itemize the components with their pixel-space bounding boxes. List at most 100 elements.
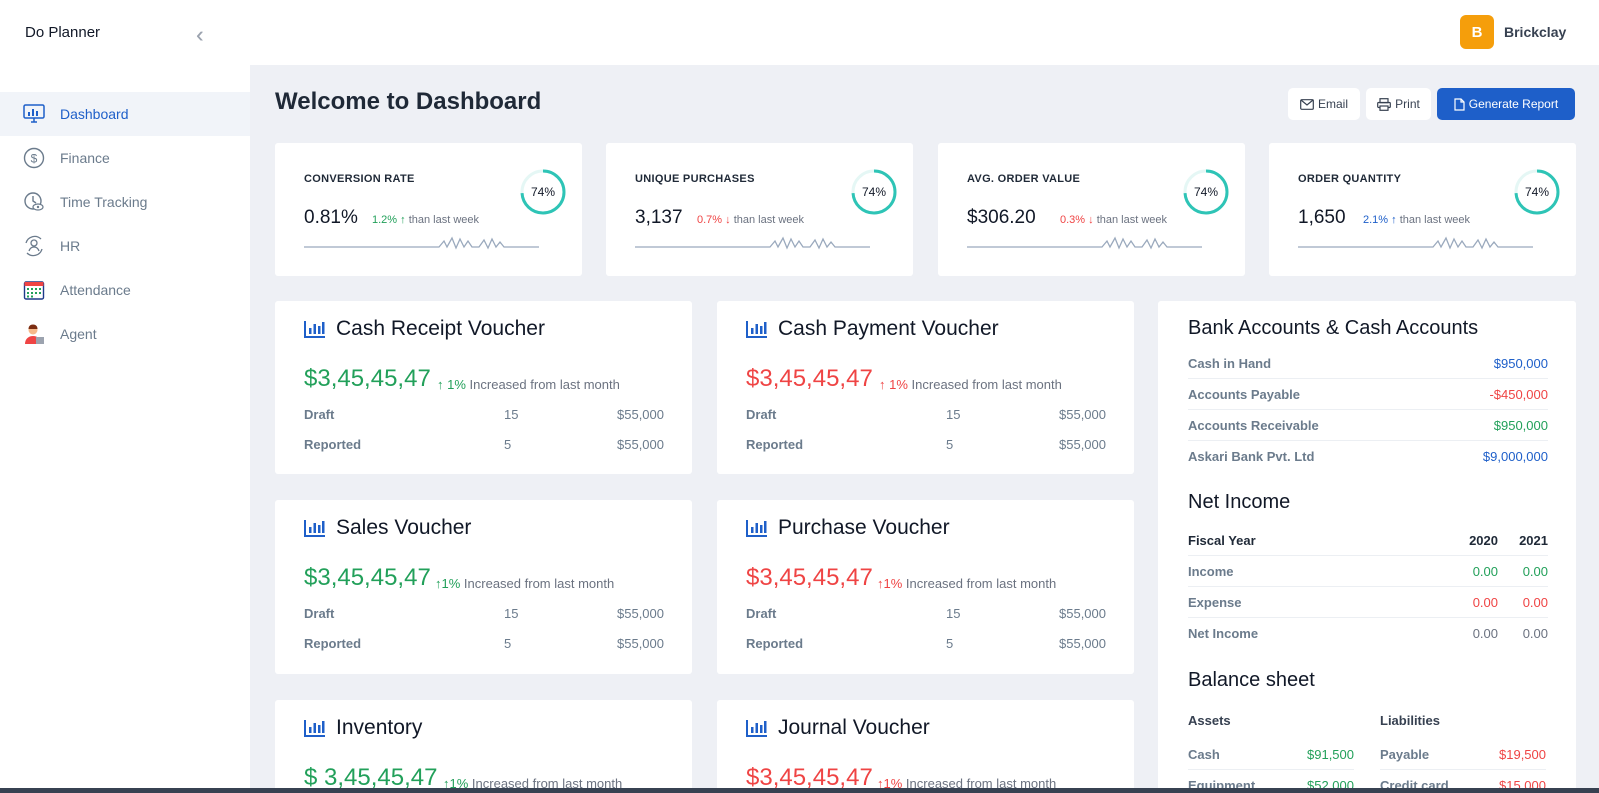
net-income-row: Income 0.00 0.00 [1188,556,1548,587]
print-button-label: Print [1395,97,1420,111]
sidebar-item-hr[interactable]: HR [0,224,250,268]
kpi-change-suffix: than last week [733,214,805,226]
row-label: Accounts Payable [1188,387,1300,402]
email-button[interactable]: Email [1288,88,1360,120]
row-amount: $55,000 [1059,407,1106,422]
bar-chart-icon [746,720,767,737]
monitor-chart-icon [22,102,46,126]
card-change: ↑ 1% Increased from last month [437,377,620,392]
row-label: Accounts Receivable [1188,418,1319,433]
row-label: Draft [746,606,777,621]
card-change-value: 1% [447,377,466,392]
row-value: 0.00 [1472,595,1498,610]
row-count: 15 [946,407,961,422]
print-button[interactable]: Print [1366,88,1431,120]
row-value: 0.00 [1522,595,1548,610]
sidebar-item-label: Finance [60,150,110,166]
row-label: Income [1188,564,1234,579]
row-value: $9,000,000 [1482,449,1548,464]
sidebar-item-dashboard[interactable]: Dashboard [0,92,250,136]
voucher-card-cash-payment[interactable]: Cash Payment Voucher $3,45,45,47 ↑ 1% In… [717,301,1134,474]
generate-report-button[interactable]: Generate Report [1437,88,1575,120]
avatar[interactable]: B [1460,15,1494,49]
sidebar-item-label: Attendance [60,282,131,298]
printer-icon [1377,97,1392,111]
kpi-card-conversion-rate: CONVERSION RATE 0.81% 1.2% ↑ than last w… [275,143,582,276]
card-header: Purchase Voucher [746,516,950,540]
row-label: Cash in Hand [1188,356,1272,371]
page-title: Welcome to Dashboard [275,88,542,115]
bank-row: Accounts Receivable $950,000 [1188,410,1548,441]
card-change-text: Increased from last month [911,377,1062,392]
bar-chart-icon [304,321,325,338]
row-amount: $55,000 [617,606,664,621]
arrow-up-icon: ↑ [879,377,886,392]
kpi-change: 0.3% ↓ than last week [1060,214,1167,226]
sidebar-item-agent[interactable]: Agent [0,312,250,356]
sidebar-item-finance[interactable]: $ Finance [0,136,250,180]
row-label: Draft [304,606,335,621]
bar-chart-icon [746,321,767,338]
kpi-label: ORDER QUANTITY [1298,173,1402,185]
kpi-value: 1,650 [1298,207,1346,228]
row-count: 15 [946,606,961,621]
kpi-card-avg-order-value: AVG. ORDER VALUE $306.20 0.3% ↓ than las… [938,143,1245,276]
voucher-card-sales[interactable]: Sales Voucher $3,45,45,47 ↑1% Increased … [275,500,692,674]
row-label: Reported [304,636,362,651]
bank-row: Accounts Payable -$450,000 [1188,379,1548,410]
card-change-value: 1% [441,576,461,591]
kpi-change-suffix: than last week [1399,214,1471,226]
row-amount: $55,000 [617,636,664,651]
sidebar-item-label: Agent [60,326,97,342]
row-count: 5 [504,437,512,452]
bar-chart-icon [304,520,325,537]
sparkline [635,236,870,250]
people-cycle-icon [22,234,46,258]
voucher-card-journal[interactable]: Journal Voucher $3,45,45,47 ↑1% Increase… [717,700,1134,793]
user-name[interactable]: Brickclay [1504,24,1566,40]
bar-chart-icon [304,720,325,737]
card-title: Cash Receipt Voucher [336,317,545,340]
row-count: 5 [946,437,954,452]
voucher-card-purchase[interactable]: Purchase Voucher $3,45,45,47 ↑1% Increas… [717,500,1134,674]
kpi-label: AVG. ORDER VALUE [967,173,1081,185]
card-header: Journal Voucher [746,716,930,740]
row-amount: $55,000 [1059,606,1106,621]
app-name: Do Planner [25,24,101,41]
row-label: Reported [746,437,804,452]
bank-row: Cash in Hand $950,000 [1188,348,1548,379]
bottom-scrollbar[interactable] [0,788,1599,793]
progress-ring-label: 74% [861,185,887,199]
row-value: $19,500 [1499,747,1546,762]
kpi-change-value: 0.3% [1060,214,1086,226]
card-change: ↑1% Increased from last month [435,576,614,591]
sidebar-item-attendance[interactable]: Attendance [0,268,250,312]
double-chevron-left-icon[interactable]: ‹‹ [196,22,201,48]
kpi-card-order-quantity: ORDER QUANTITY 1,650 2.1% ↑ than last we… [1269,143,1576,276]
card-amount: $3,45,45,47 [746,365,873,392]
sparkline [1298,236,1533,250]
document-icon [1454,97,1465,111]
kpi-change: 0.7% ↓ than last week [697,214,804,226]
row-value: 0.00 [1472,626,1498,641]
liabilities-header: Liabilities [1380,713,1440,728]
voucher-card-inventory[interactable]: Inventory $ 3,45,45,47 ↑1% Increased fro… [275,700,692,793]
voucher-card-cash-receipt[interactable]: Cash Receipt Voucher $3,45,45,47 ↑ 1% In… [275,301,692,474]
kpi-label: CONVERSION RATE [304,173,415,185]
arrow-up-icon: ↑ [1391,214,1397,226]
sidebar-item-label: Dashboard [60,106,129,122]
card-change: ↑1% Increased from last month [877,576,1056,591]
card-amount: $3,45,45,47 [304,564,431,591]
row-label: Askari Bank Pvt. Ltd [1188,449,1315,464]
kpi-value: $306.20 [967,207,1036,228]
row-label: Reported [746,636,804,651]
card-title: Sales Voucher [336,516,472,539]
card-title: Purchase Voucher [778,516,950,539]
bank-row: Askari Bank Pvt. Ltd $9,000,000 [1188,441,1548,472]
bar-chart-icon [746,520,767,537]
row-value: $950,000 [1493,418,1548,433]
sidebar-item-time-tracking[interactable]: Time Tracking [0,180,250,224]
liability-row: Payable $19,500 [1380,739,1546,770]
card-change-text: Increased from last month [469,377,620,392]
card-header: Cash Receipt Voucher [304,317,545,341]
